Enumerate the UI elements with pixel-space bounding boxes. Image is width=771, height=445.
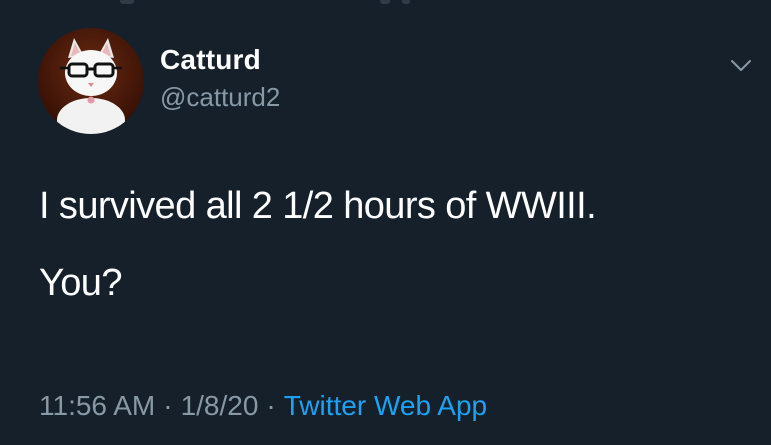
tweet-metadata: 11:56 AM · 1/8/20 · Twitter Web App (39, 388, 487, 424)
tweet-source-link[interactable]: Twitter Web App (284, 390, 487, 421)
chevron-down-icon[interactable] (728, 52, 754, 78)
separator: · (266, 390, 276, 421)
tweet-time[interactable]: 11:56 AM (39, 390, 155, 421)
tweet-date[interactable]: 1/8/20 (181, 390, 259, 421)
author-display-name[interactable]: Catturd (160, 42, 261, 78)
separator: · (163, 390, 173, 421)
cat-avatar-icon (57, 38, 125, 134)
tweet-text-line: I survived all 2 1/2 hours of WWIII. (39, 185, 597, 227)
previous-tweet-edge (0, 0, 771, 6)
author-handle[interactable]: @catturd2 (160, 80, 280, 114)
avatar[interactable] (38, 28, 144, 134)
tweet-text: I survived all 2 1/2 hours of WWIII. You… (39, 182, 597, 307)
tweet-text-line: You? (39, 262, 122, 304)
